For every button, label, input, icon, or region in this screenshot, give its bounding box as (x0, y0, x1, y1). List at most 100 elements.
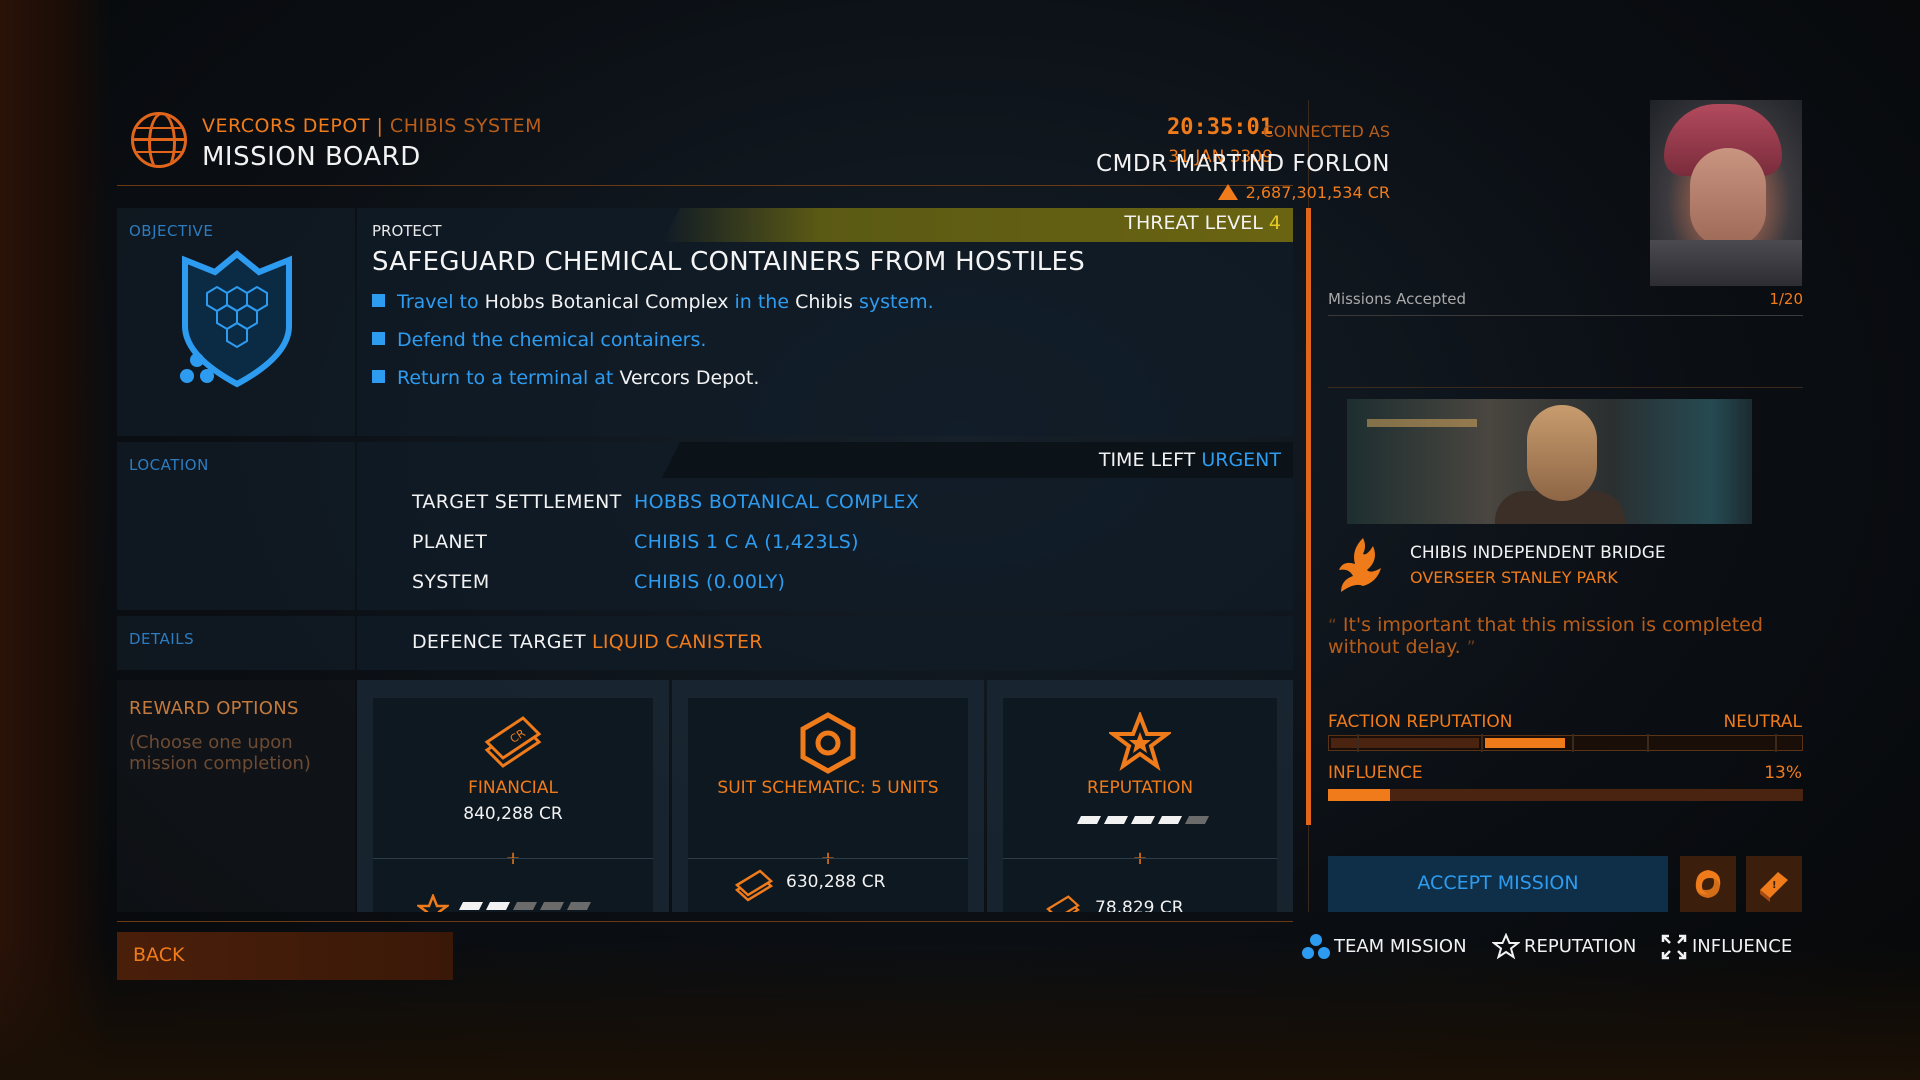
reputation-pips (459, 902, 591, 910)
pip-empty (567, 902, 591, 910)
bullet-square-icon (372, 294, 385, 307)
pip-empty (540, 902, 564, 910)
objective-step: Travel to Hobbs Botanical Complex in the… (372, 291, 934, 313)
step-text: in the (734, 291, 790, 313)
commander-avatar (1650, 100, 1802, 286)
breadcrumb-separator: | (369, 115, 390, 137)
reward-value: 840,288 CR (463, 804, 563, 824)
commander-credits: 2,687,301,534 CR (1217, 183, 1390, 202)
legend-label: REPUTATION (1524, 936, 1637, 957)
mission-giver-portrait (1347, 399, 1752, 524)
mission-info-button[interactable]: ! (1746, 856, 1802, 912)
faction-name: CHIBIS INDEPENDENT BRIDGE (1410, 543, 1666, 563)
target-settlement-link[interactable]: HOBBS BOTANICAL COMPLEX (634, 491, 919, 513)
objective-step: Defend the chemical containers. (372, 329, 706, 351)
threat-level-label: THREAT LEVEL (1124, 212, 1263, 234)
location-panel: TIME LEFT URGENT TARGET SETTLEMENT HOBBS… (357, 442, 1293, 610)
planet-link[interactable]: CHIBIS 1 C A (1,423LS) (634, 531, 859, 553)
time-left: TIME LEFT URGENT (1099, 449, 1281, 471)
accept-mission-button[interactable]: ACCEPT MISSION (1328, 856, 1668, 912)
system-link[interactable]: CHIBIS (0.00LY) (634, 571, 785, 593)
bonus-credits: 630,288 CR (786, 872, 886, 892)
step-highlight: Hobbs Botanical Complex (484, 291, 729, 313)
reward-card-reputation[interactable]: REPUTATION + 78,829 CR (987, 680, 1293, 912)
location-key: PLANET (412, 531, 488, 553)
defence-target-key: DEFENCE TARGET (412, 631, 586, 653)
faction-reputation-value: NEUTRAL (1723, 712, 1802, 732)
station-name: VERCORS DEPOT (202, 115, 370, 137)
system-name: CHIBIS SYSTEM (389, 115, 543, 137)
legend-label: TEAM MISSION (1334, 936, 1467, 957)
threat-level-band: THREAT LEVEL 4 (662, 208, 1293, 242)
faction-reputation-bar (1328, 734, 1803, 752)
influence-bar (1328, 789, 1803, 801)
location-label-column: LOCATION (117, 442, 355, 610)
time-left-value: URGENT (1201, 449, 1281, 471)
reward-options-label: REWARD OPTIONS (129, 698, 299, 719)
svg-text:!: ! (1772, 880, 1777, 891)
objective-step: Return to a terminal at Vercors Depot. (372, 367, 759, 389)
influence-label: INFLUENCE (1328, 763, 1423, 783)
refresh-button[interactable] (1680, 856, 1736, 912)
credits-icon (1217, 184, 1238, 200)
reward-label-column: REWARD OPTIONS (Choose one upon mission … (117, 680, 355, 912)
commander-credits-value: 2,687,301,534 CR (1245, 183, 1390, 202)
reputation-pips (1077, 816, 1209, 824)
swirl-icon (1695, 870, 1721, 898)
influence-bar-fill (1328, 789, 1390, 801)
clock-time: 20:35:01 (1167, 115, 1273, 140)
pip-filled (1104, 816, 1128, 824)
connected-as-label: CONNECTED AS (1262, 122, 1390, 141)
objective-label: OBJECTIVE (129, 222, 214, 240)
bullet-square-icon (372, 370, 385, 383)
back-button[interactable]: BACK (117, 932, 453, 980)
influence-icon (1661, 934, 1687, 960)
reward-card-body: REPUTATION + 78,829 CR (1003, 698, 1277, 912)
bullet-square-icon (372, 332, 385, 345)
legend-label: INFLUENCE (1692, 936, 1793, 957)
threat-level: THREAT LEVEL 4 (1124, 212, 1281, 234)
rep-tick (1572, 734, 1574, 752)
mission-type: PROTECT (372, 222, 442, 240)
step-highlight: Vercors Depot (619, 367, 754, 389)
defence-target-value: LIQUID CANISTER (592, 631, 763, 653)
pip-filled (486, 902, 510, 910)
engineering-hex-icon (800, 712, 856, 774)
step-text: . (753, 367, 760, 389)
time-left-label: TIME LEFT (1098, 449, 1196, 471)
location-key: SYSTEM (412, 571, 490, 593)
reputation-icon (1492, 933, 1520, 960)
reward-name: SUIT SCHEMATIC: 5 UNITS (717, 778, 939, 798)
rep-segment (1359, 738, 1479, 748)
credits-icon (734, 869, 774, 902)
pip-empty (1185, 816, 1209, 824)
card-divider (373, 858, 653, 859)
rep-tick (1481, 734, 1483, 752)
page-title: MISSION BOARD (202, 142, 421, 172)
bonus-credits: 78,829 CR (1095, 898, 1184, 912)
credits-icon (1046, 895, 1080, 912)
mission-title: SAFEGUARD CHEMICAL CONTAINERS FROM HOSTI… (372, 247, 1086, 277)
objective-panel: THREAT LEVEL 4 PROTECT SAFEGUARD CHEMICA… (357, 208, 1293, 436)
pip-filled (1077, 816, 1101, 824)
divider (1328, 387, 1803, 388)
faction-reputation-label: FACTION REPUTATION (1328, 712, 1513, 732)
pip-filled (1158, 816, 1182, 824)
reward-name: FINANCIAL (468, 778, 558, 798)
details-label-column: DETAILS (117, 616, 355, 670)
quote-text: It's important that this mission is comp… (1328, 614, 1763, 658)
step-text: Travel to (397, 291, 479, 313)
codex-book-icon: ! (1760, 872, 1788, 902)
missions-accepted-value: 1/20 (1769, 290, 1803, 308)
details-panel: DEFENCE TARGET LIQUID CANISTER (357, 616, 1293, 670)
quote-close-icon: ” (1466, 638, 1476, 658)
pip-filled (459, 902, 483, 910)
reward-card-financial[interactable]: CR FINANCIAL 840,288 CR + (357, 680, 669, 912)
threat-level-value: 4 (1268, 212, 1281, 234)
details-label: DETAILS (129, 630, 195, 648)
reward-card-body: CR FINANCIAL 840,288 CR + (373, 698, 653, 912)
faction-phoenix-icon (1339, 538, 1381, 592)
scroll-indicator[interactable] (1306, 208, 1311, 825)
reward-card-suit-schematic[interactable]: SUIT SCHEMATIC: 5 UNITS + 630,288 CR (672, 680, 984, 912)
background-left-vignette (0, 0, 110, 1080)
